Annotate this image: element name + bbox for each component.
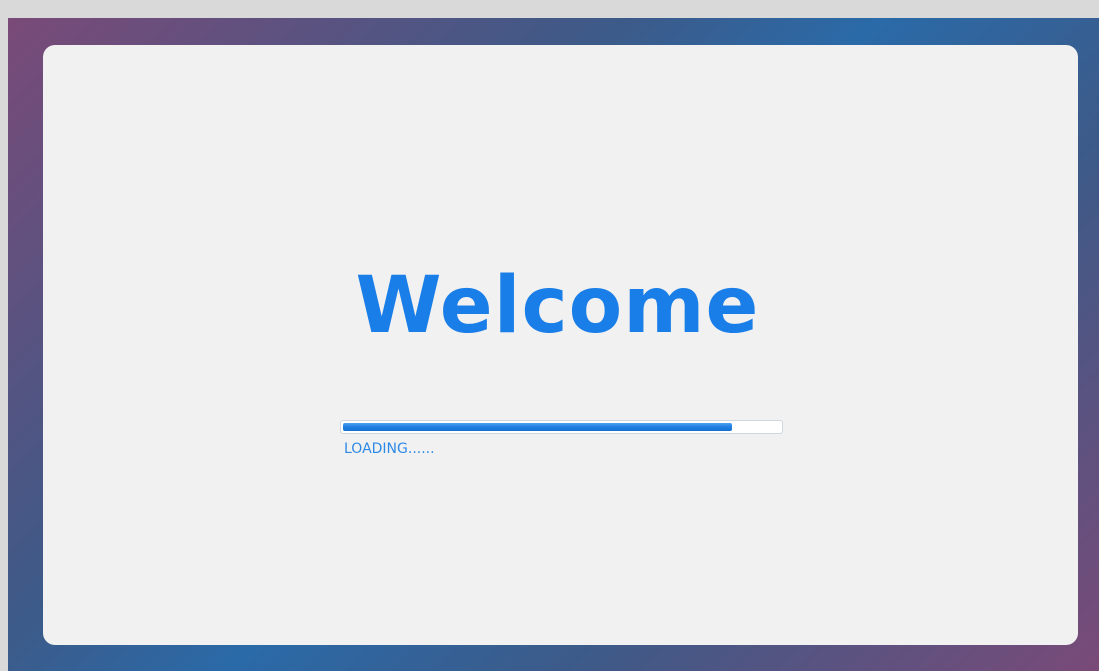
window-frame: Welcome LOADING...... bbox=[8, 18, 1099, 671]
loading-progress-bar bbox=[340, 420, 783, 434]
loading-progress-fill bbox=[343, 423, 732, 431]
welcome-title: Welcome bbox=[355, 261, 760, 351]
splash-card: Welcome LOADING...... bbox=[43, 45, 1078, 645]
loading-label: LOADING...... bbox=[344, 441, 435, 457]
